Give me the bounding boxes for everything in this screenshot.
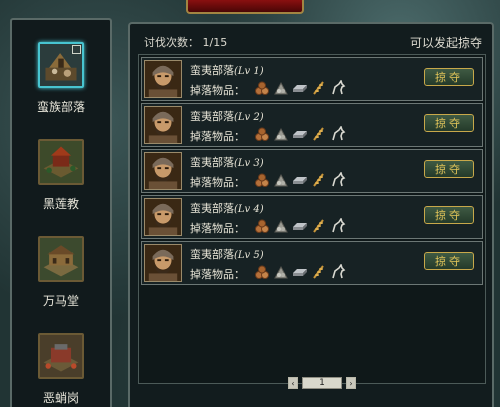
tribe-target-row: 蛮夷部落(Lv 5) 掉落物品： 掠夺 [141,241,483,285]
sidebar-item-label: 黑莲教 [42,197,79,211]
barbarian-chief-portrait-icon [144,198,182,236]
plunder-button[interactable]: 掠夺 [424,252,474,270]
iron-ingot-icon [292,80,308,96]
target-list: 蛮夷部落(Lv 1) 掉落物品： 掠夺 蛮夷部落(Lv 2) 掉落物品： 掠夺 蛮夷部落(L… [138,54,486,384]
pager: ‹ 1 › [288,376,356,390]
target-name-text: 蛮夷部落 [190,248,234,261]
drops-label: 掉落物品： [190,222,245,235]
sidebar-item-label: 蛮族部落 [36,100,85,114]
target-name: 蛮夷部落(Lv 4) [190,200,264,216]
iron-ingot-icon [292,126,308,142]
wanma-hall-icon [38,236,84,282]
page-number: 1 [302,377,342,389]
iron-ingot-icon [292,264,308,280]
sidebar-item-label: 万马堂 [42,294,79,308]
barbarian-chief-portrait-icon [144,60,182,98]
drops-label: 掉落物品： [190,176,245,189]
plunder-button[interactable]: 掠夺 [424,160,474,178]
selected-badge-icon [72,45,81,54]
barbarian-chief-portrait-icon [144,244,182,282]
tribe-sidebar: 蛮族部落 黑莲教 万马堂 恶蛸岗 [10,18,112,407]
iron-ingot-icon [292,172,308,188]
black-lotus-sect-icon [38,139,84,185]
target-name: 蛮夷部落(Lv 5) [190,246,264,262]
target-level: (Lv 5) [234,250,264,261]
target-level: (Lv 4) [234,204,264,215]
wood-logs-icon [254,126,270,142]
attack-count-label: 讨伐次数： [144,36,199,49]
drop-items [254,172,346,188]
drops-label: 掉落物品： [190,130,245,143]
stone-pile-icon [273,264,289,280]
grain-icon [311,264,327,280]
horse-icon [330,172,346,188]
horse-icon [330,80,346,96]
top-ornament [186,0,304,14]
wood-logs-icon [254,264,270,280]
stone-pile-icon [273,172,289,188]
wood-logs-icon [254,172,270,188]
iron-ingot-icon [292,218,308,234]
panel-header: 讨伐次数： 1/15 可以发起掠夺 [130,34,492,50]
sidebar-item-black-lotus-sect[interactable]: 黑莲教 [12,139,110,212]
drop-items [254,264,346,280]
wood-logs-icon [254,80,270,96]
tribe-target-row: 蛮夷部落(Lv 3) 掉落物品： 掠夺 [141,149,483,193]
grain-icon [311,126,327,142]
plunder-button[interactable]: 掠夺 [424,114,474,132]
octopus-ridge-icon [38,333,84,379]
sidebar-item-wanma-hall[interactable]: 万马堂 [12,236,110,309]
grain-icon [311,80,327,96]
target-level: (Lv 1) [234,66,264,77]
grain-icon [311,218,327,234]
barbarian-tribe-icon [38,42,84,88]
drop-items [254,218,346,234]
target-name-text: 蛮夷部落 [190,110,234,123]
plunder-button[interactable]: 掠夺 [424,206,474,224]
next-page-button[interactable]: › [346,377,356,389]
horse-icon [330,126,346,142]
target-name-text: 蛮夷部落 [190,64,234,77]
horse-icon [330,218,346,234]
drop-items [254,126,346,142]
target-name: 蛮夷部落(Lv 3) [190,154,264,170]
plunder-button[interactable]: 掠夺 [424,68,474,86]
target-level: (Lv 3) [234,158,264,169]
attack-count: 讨伐次数： 1/15 [144,34,227,50]
stone-pile-icon [273,80,289,96]
tribe-target-row: 蛮夷部落(Lv 4) 掉落物品： 掠夺 [141,195,483,239]
plunder-status: 可以发起掠夺 [409,36,482,50]
tribe-target-row: 蛮夷部落(Lv 1) 掉落物品： 掠夺 [141,57,483,101]
drops-label: 掉落物品： [190,268,245,281]
target-name: 蛮夷部落(Lv 2) [190,108,264,124]
grain-icon [311,172,327,188]
target-level: (Lv 2) [234,112,264,123]
target-name-text: 蛮夷部落 [190,202,234,215]
plunder-panel: 讨伐次数： 1/15 可以发起掠夺 蛮夷部落(Lv 1) 掉落物品： 掠夺 蛮夷部落(… [128,22,494,407]
sidebar-item-barbarian-tribe[interactable]: 蛮族部落 [12,42,110,115]
prev-page-button[interactable]: ‹ [288,377,298,389]
tribe-target-row: 蛮夷部落(Lv 2) 掉落物品： 掠夺 [141,103,483,147]
target-name: 蛮夷部落(Lv 1) [190,62,264,78]
drop-items [254,80,346,96]
sidebar-item-octopus-ridge[interactable]: 恶蛸岗 [12,333,110,406]
sidebar-item-label: 恶蛸岗 [42,391,79,405]
stone-pile-icon [273,126,289,142]
horse-icon [330,264,346,280]
stone-pile-icon [273,218,289,234]
barbarian-chief-portrait-icon [144,152,182,190]
target-name-text: 蛮夷部落 [190,156,234,169]
attack-count-value: 1/15 [202,36,228,49]
drops-label: 掉落物品： [190,84,245,97]
barbarian-chief-portrait-icon [144,106,182,144]
wood-logs-icon [254,218,270,234]
